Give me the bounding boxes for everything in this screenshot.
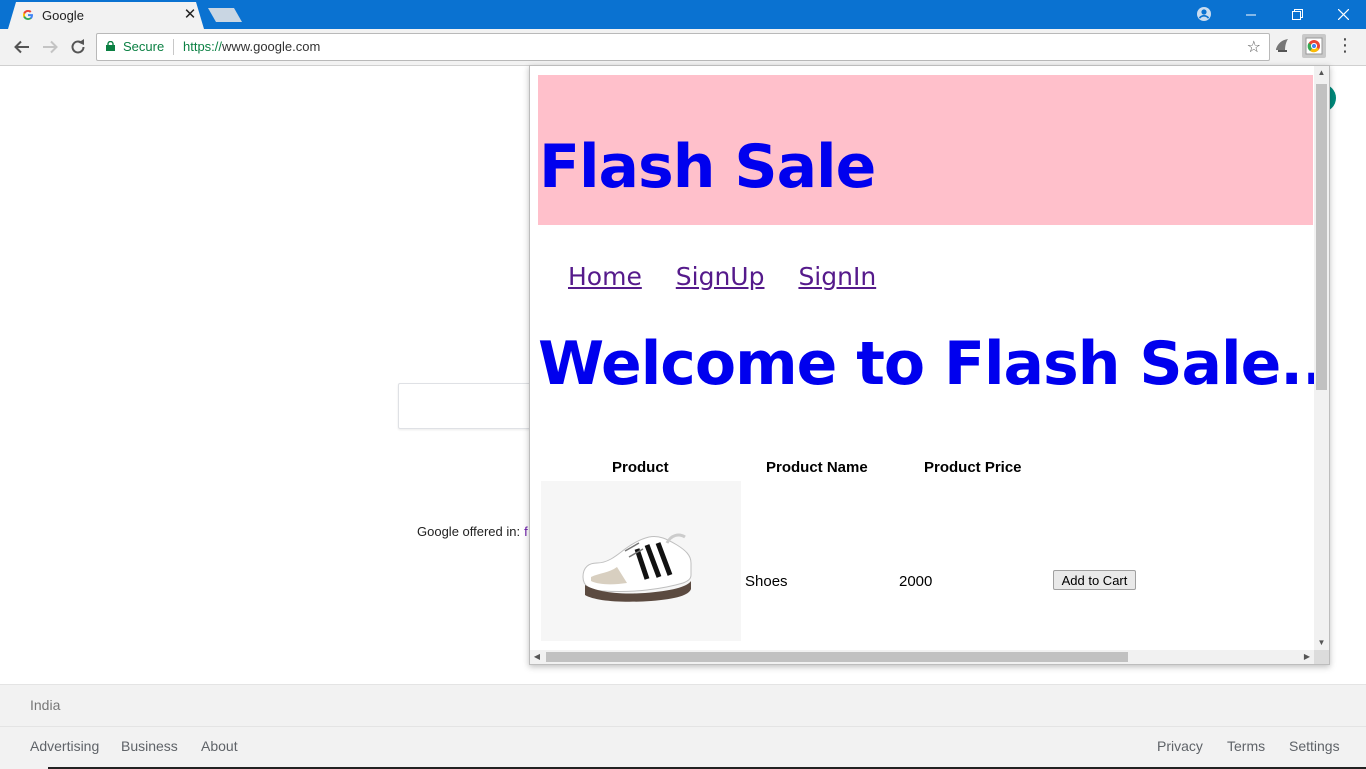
popup-horizontal-scrollbar[interactable]: ◀ ▶	[530, 650, 1314, 664]
nav-link-home[interactable]: Home	[568, 262, 642, 291]
restore-button[interactable]	[1274, 0, 1320, 29]
banner-title: Flash Sale	[539, 132, 876, 202]
popup-vertical-scrollbar[interactable]: ▲ ▼	[1314, 66, 1329, 650]
back-arrow-icon[interactable]	[12, 37, 32, 57]
flash-sale-banner: Flash Sale	[538, 75, 1313, 225]
footer-country: India	[30, 697, 61, 713]
language-link[interactable]: f	[524, 524, 528, 539]
offered-in-label: Google offered in:	[417, 524, 521, 539]
address-bar[interactable]: Secure https://www.google.com ☆	[96, 33, 1270, 61]
add-to-cart-button[interactable]: Add to Cart	[1053, 570, 1136, 590]
url-host: www.google.com	[222, 39, 321, 54]
product-price-cell: 2000	[899, 573, 933, 590]
forward-arrow-icon[interactable]	[40, 37, 60, 57]
scrollbar-corner	[1314, 650, 1329, 664]
chrome-extension-icon	[1305, 37, 1323, 55]
restore-icon	[1291, 9, 1303, 20]
product-image-shoe	[541, 481, 741, 641]
footer-link-business[interactable]: Business	[121, 738, 178, 754]
google-favicon-icon	[23, 10, 33, 20]
footer-link-advertising[interactable]: Advertising	[30, 738, 99, 754]
vertical-scroll-thumb[interactable]	[1316, 84, 1327, 390]
offered-in-text: Google offered in: f	[417, 524, 528, 539]
chrome-menu-icon[interactable]: ⋮	[1336, 35, 1354, 55]
popup-nav: Home SignUp SignIn	[568, 262, 902, 291]
reload-icon[interactable]	[68, 37, 88, 57]
nav-link-signin[interactable]: SignIn	[798, 262, 876, 291]
popup-content: Flash Sale Home SignUp SignIn Welcome to…	[530, 66, 1314, 650]
close-window-button[interactable]	[1320, 0, 1366, 29]
scroll-left-arrow-icon[interactable]: ◀	[530, 650, 544, 664]
minimize-icon	[1246, 14, 1256, 15]
welcome-heading: Welcome to Flash Sale...	[538, 329, 1314, 399]
title-bar: Google ✕	[0, 0, 1366, 29]
product-name-cell: Shoes	[745, 573, 788, 590]
footer-link-about[interactable]: About	[201, 738, 238, 754]
url-text[interactable]: https://www.google.com	[183, 39, 320, 54]
secure-label: Secure	[123, 39, 165, 54]
footer-link-terms[interactable]: Terms	[1227, 738, 1265, 754]
extension-icon[interactable]	[1272, 35, 1292, 55]
lock-icon	[106, 41, 115, 51]
profile-icon[interactable]	[1196, 6, 1212, 22]
scroll-up-arrow-icon[interactable]: ▲	[1314, 66, 1329, 80]
tab-close-icon[interactable]: ✕	[182, 5, 198, 23]
table-header-product-name: Product Name	[766, 459, 868, 476]
google-search-box[interactable]	[398, 383, 539, 429]
table-header-product: Product	[612, 459, 669, 476]
extension-popup: Flash Sale Home SignUp SignIn Welcome to…	[529, 65, 1330, 665]
close-icon	[1337, 9, 1349, 20]
new-tab-button[interactable]	[208, 8, 242, 22]
scroll-down-arrow-icon[interactable]: ▼	[1314, 636, 1329, 650]
shoe-icon	[582, 533, 692, 602]
horizontal-scroll-thumb[interactable]	[546, 652, 1128, 662]
footer-divider	[0, 726, 1366, 727]
nav-link-signup[interactable]: SignUp	[676, 262, 765, 291]
table-header-product-price: Product Price	[924, 459, 1022, 476]
browser-toolbar: Secure https://www.google.com ☆ ⋮	[0, 29, 1366, 66]
google-footer: India Advertising Business About Privacy…	[0, 684, 1366, 769]
browser-tab[interactable]: Google ✕	[8, 2, 204, 29]
flash-sale-extension-button[interactable]	[1302, 34, 1326, 58]
url-protocol: https://	[183, 39, 223, 54]
tab-title: Google	[42, 8, 84, 23]
footer-link-privacy[interactable]: Privacy	[1157, 738, 1203, 754]
omnibox-separator	[173, 39, 174, 55]
minimize-button[interactable]	[1228, 0, 1274, 29]
scroll-right-arrow-icon[interactable]: ▶	[1300, 650, 1314, 664]
bookmark-star-icon[interactable]: ☆	[1247, 37, 1261, 57]
footer-link-settings[interactable]: Settings	[1289, 738, 1340, 754]
